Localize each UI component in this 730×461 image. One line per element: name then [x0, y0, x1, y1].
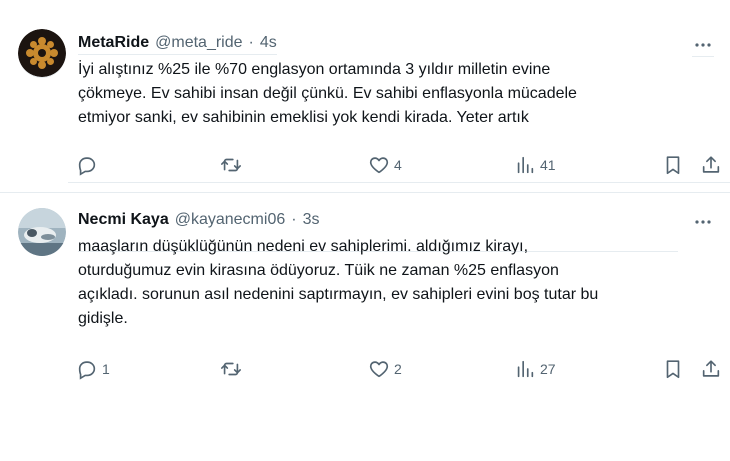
- tweet-text-line: açıkladı. sorunun asıl nedenini saptırma…: [78, 286, 599, 303]
- bookmark-icon: [666, 360, 680, 379]
- bookmark-button[interactable]: [662, 352, 684, 386]
- tweet-text-line: gidişle.: [78, 310, 128, 327]
- like-count: 4: [394, 157, 402, 173]
- author-handle[interactable]: @meta_ride: [155, 34, 242, 52]
- tweet-header: MetaRide @meta_ride · 4s: [78, 32, 277, 55]
- separator-dot: ·: [291, 211, 297, 228]
- views-icon: [517, 360, 534, 378]
- author-name[interactable]: Necmi Kaya: [78, 211, 169, 229]
- views-button[interactable]: 27: [514, 352, 556, 386]
- reply-count: 1: [102, 361, 110, 377]
- retweet-icon: [221, 362, 241, 376]
- share-button[interactable]: [700, 148, 722, 182]
- avatar[interactable]: [18, 208, 66, 256]
- separator-dot: ·: [248, 34, 254, 51]
- views-button[interactable]: 41: [514, 148, 556, 182]
- author-handle[interactable]: @kayanecmi06: [175, 211, 286, 229]
- more-icon[interactable]: [692, 211, 714, 233]
- like-button[interactable]: 2: [368, 352, 402, 386]
- reply-button[interactable]: [76, 148, 102, 182]
- share-icon: [702, 156, 720, 173]
- view-count: 41: [540, 157, 556, 173]
- like-count: 2: [394, 361, 402, 377]
- retweet-icon: [221, 158, 241, 172]
- tweet-text: maaşların düşüklüğünün nedeni ev sahiple…: [78, 235, 678, 461]
- views-icon: [517, 156, 534, 174]
- view-count: 27: [540, 361, 556, 377]
- tweet-text-line: çökmeye. Ev sahibi insan değil çünkü. Ev…: [78, 85, 577, 102]
- avatar[interactable]: [18, 29, 66, 78]
- reply-button[interactable]: 1: [76, 352, 110, 386]
- reply-icon: [78, 361, 96, 380]
- like-button[interactable]: 4: [368, 148, 402, 182]
- more-icon[interactable]: [692, 34, 714, 57]
- tweet-text-line: etmiyor sanki, ev sahibinin emeklisi yok…: [78, 109, 529, 126]
- heart-icon: [369, 157, 389, 174]
- author-name[interactable]: MetaRide: [78, 34, 149, 52]
- reply-icon: [78, 157, 96, 176]
- tweet-actions: 1 2 27: [68, 352, 730, 386]
- tweet-text-line: İyi alıştınız %25 ile %70 englasyon orta…: [78, 61, 551, 78]
- timestamp[interactable]: 4s: [260, 34, 277, 52]
- tweet-header: Necmi Kaya @kayanecmi06 · 3s: [78, 209, 319, 231]
- heart-icon: [369, 361, 389, 378]
- tweet-text-line: oturduğumuz evin kirasına ödüyoruz. Tüik…: [78, 262, 559, 279]
- tweet-actions: 4 41: [68, 148, 730, 183]
- share-icon: [702, 360, 720, 377]
- retweet-button[interactable]: [220, 352, 246, 386]
- bookmark-icon: [666, 156, 680, 175]
- share-button[interactable]: [700, 352, 722, 386]
- bookmark-button[interactable]: [662, 148, 684, 182]
- timestamp[interactable]: 3s: [303, 211, 320, 229]
- retweet-button[interactable]: [220, 148, 246, 182]
- tweet-text-line: maaşların düşüklüğünün nedeni ev sahiple…: [78, 238, 529, 255]
